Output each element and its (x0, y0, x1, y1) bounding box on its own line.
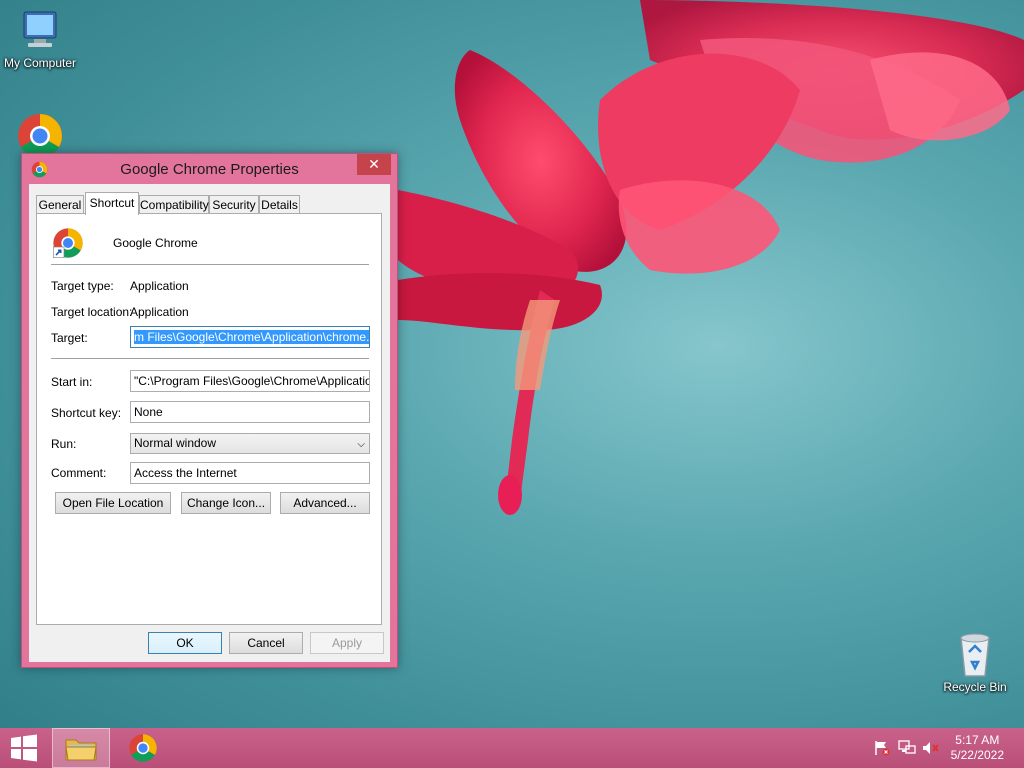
apply-button[interactable]: Apply (310, 632, 384, 654)
shortcut-key-input[interactable]: None (130, 401, 370, 423)
desktop-icon-label: My Computer (3, 56, 77, 70)
taskbar-file-explorer[interactable] (52, 728, 110, 768)
comment-input[interactable]: Access the Internet (130, 462, 370, 484)
run-select-value: Normal window (134, 436, 217, 450)
run-label: Run: (51, 437, 77, 451)
flag-icon[interactable] (873, 740, 891, 756)
target-input[interactable]: m Files\Google\Chrome\Application\chrome… (130, 326, 370, 348)
dialog-client-area: General Shortcut Compatibility Security … (29, 184, 390, 662)
shortcut-key-label: Shortcut key: (51, 406, 122, 420)
comment-label: Comment: (51, 466, 107, 480)
chrome-shortcut-icon (53, 228, 83, 258)
clock-date: 5/22/2022 (950, 748, 1004, 762)
target-label: Target: (51, 331, 88, 345)
start-button[interactable] (0, 728, 48, 768)
folder-icon (65, 739, 97, 761)
tab-shortcut[interactable]: Shortcut (85, 192, 139, 215)
taskbar: 5:17 AM 5/22/2022 (0, 728, 1024, 768)
target-type-label: Target type: (51, 279, 114, 293)
system-clock[interactable]: 5:17 AM 5/22/2022 (951, 733, 1004, 763)
tab-security[interactable]: Security (209, 195, 259, 214)
separator (51, 264, 369, 265)
chrome-icon (129, 734, 157, 762)
close-button[interactable]: ✕ (357, 154, 391, 175)
chevron-down-icon: ⌵ (357, 439, 365, 450)
desktop-icon-recycle-bin[interactable]: Recycle Bin (935, 630, 1015, 694)
advanced-button[interactable]: Advanced... (280, 492, 370, 514)
network-icon[interactable] (898, 740, 916, 756)
desktop-icon-my-computer[interactable]: My Computer (0, 8, 80, 70)
properties-dialog: Google Chrome Properties ✕ General Short… (21, 153, 398, 668)
change-icon-button[interactable]: Change Icon... (181, 492, 271, 514)
tab-general[interactable]: General (36, 195, 84, 214)
target-location-label: Target location: (51, 305, 133, 319)
separator (51, 358, 369, 359)
desktop-icon-label: Recycle Bin (943, 680, 1007, 694)
target-type-value: Application (130, 279, 189, 293)
windows-logo-icon (11, 734, 37, 762)
dialog-title: Google Chrome Properties (120, 161, 299, 178)
start-in-input[interactable]: "C:\Program Files\Google\Chrome\Applicat… (130, 370, 370, 392)
computer-icon (23, 11, 57, 47)
title-bar[interactable]: Google Chrome Properties ✕ (22, 154, 397, 184)
tab-details[interactable]: Details (259, 195, 300, 214)
run-select[interactable]: Normal window ⌵ (130, 433, 370, 454)
app-name: Google Chrome (113, 236, 198, 250)
recycle-bin-icon (960, 633, 990, 677)
ok-button[interactable]: OK (148, 632, 222, 654)
target-input-selected-text: m Files\Google\Chrome\Application\chrome… (134, 330, 369, 344)
shortcut-panel: Google Chrome Target type: Application T… (36, 213, 382, 625)
clock-time: 5:17 AM (955, 733, 1000, 747)
start-in-label: Start in: (51, 375, 93, 389)
cancel-button[interactable]: Cancel (229, 632, 303, 654)
target-location-value: Application (130, 305, 189, 319)
open-file-location-button[interactable]: Open File Location (55, 492, 171, 514)
taskbar-chrome[interactable] (114, 728, 172, 768)
speaker-muted-icon[interactable] (922, 740, 940, 756)
tab-compatibility[interactable]: Compatibility (139, 195, 209, 214)
